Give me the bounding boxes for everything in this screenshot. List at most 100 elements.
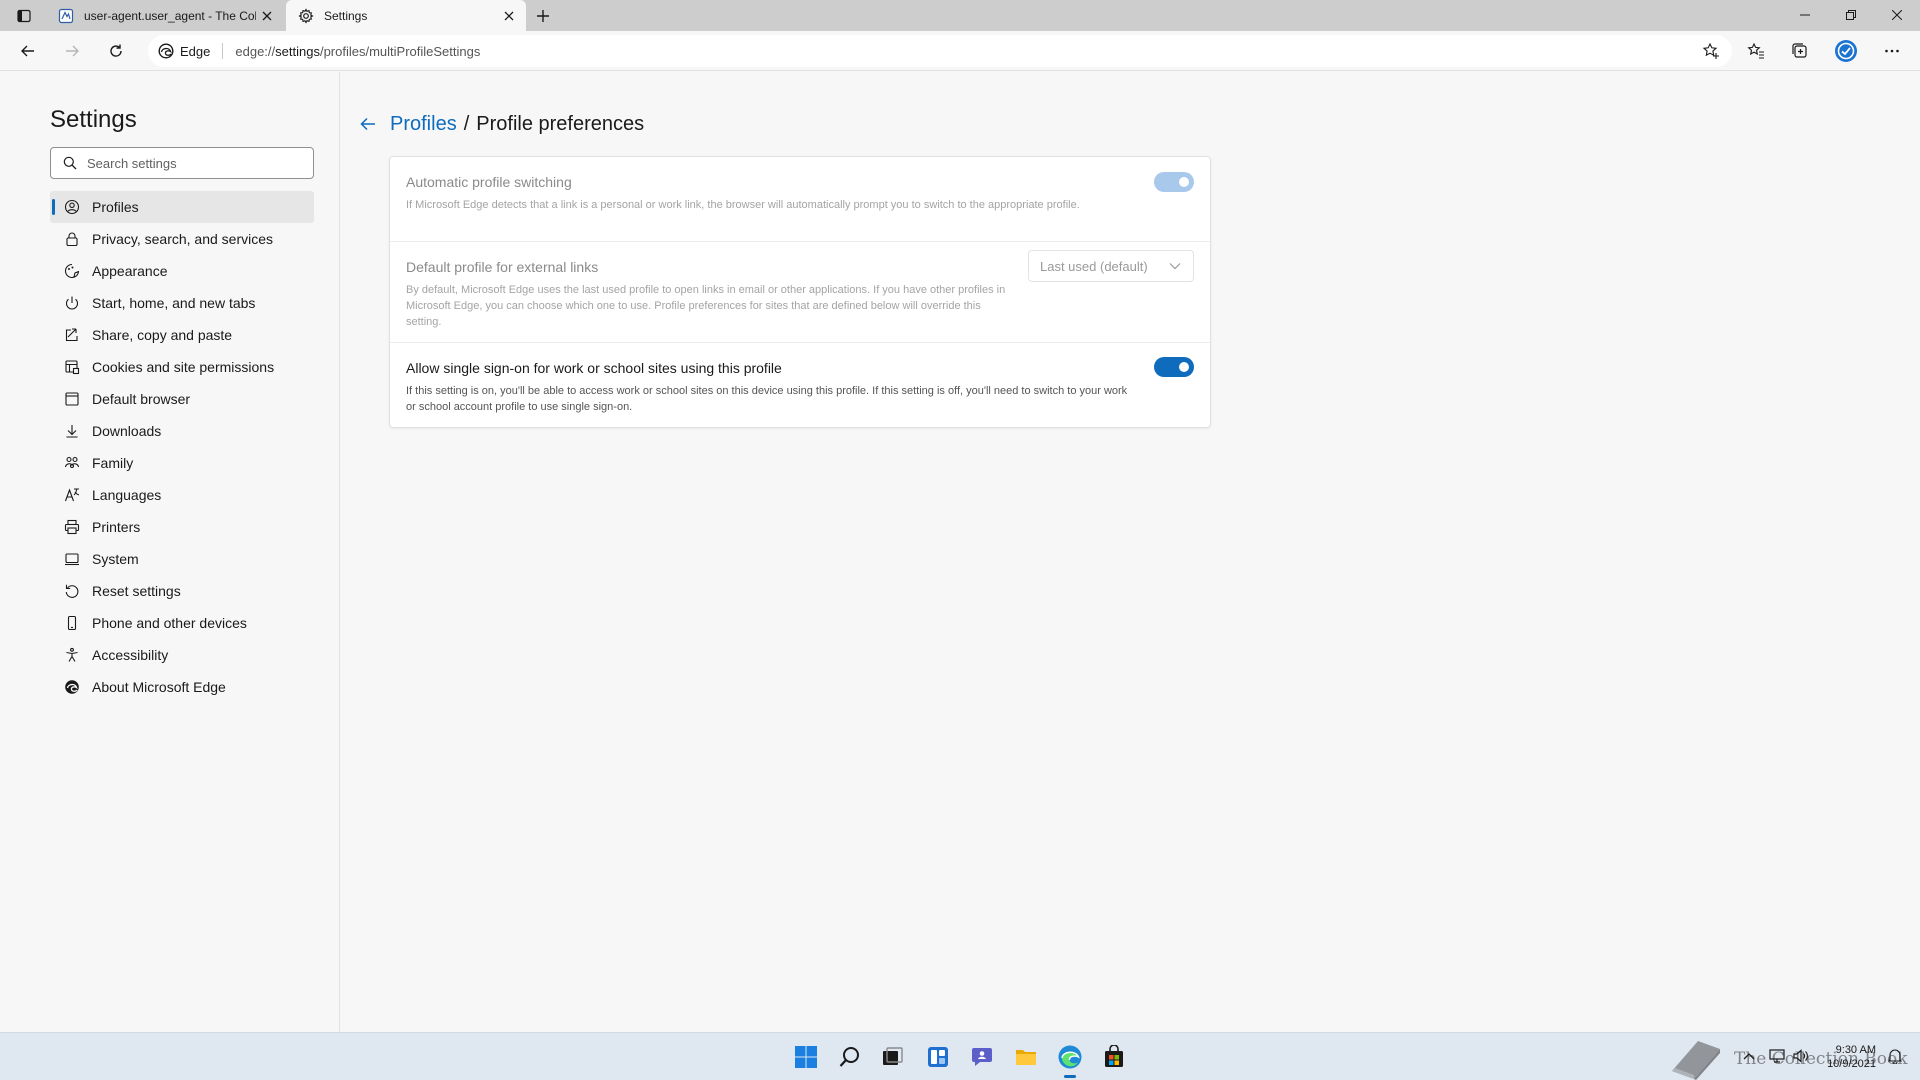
sidebar-item-system[interactable]: System (50, 543, 314, 575)
more-icon (1885, 49, 1899, 53)
system-icon (64, 551, 80, 567)
favorites-button[interactable] (1740, 36, 1772, 66)
close-window-button[interactable] (1874, 0, 1920, 30)
chevron-up-icon[interactable] (1740, 1047, 1758, 1065)
breadcrumb-profiles-link[interactable]: Profiles (390, 113, 457, 136)
refresh-icon (110, 44, 122, 57)
network-icon[interactable] (1768, 1047, 1786, 1065)
setting-description: If Microsoft Edge detects that a link is… (406, 199, 1080, 211)
breadcrumb: Profiles / Profile preferences (358, 111, 644, 137)
book-icon (1672, 1041, 1720, 1080)
setting-title: Allow single sign-on for work or school … (406, 360, 782, 376)
sidebar-item-default-browser[interactable]: Default browser (50, 383, 314, 415)
url-path: /profiles/multiProfileSettings (319, 43, 481, 59)
automatic-profile-switching-toggle[interactable] (1154, 172, 1194, 192)
lock-icon (64, 231, 80, 247)
forward-button[interactable] (56, 36, 88, 66)
tab-actions-icon (17, 9, 31, 23)
sidebar-item-share[interactable]: Share, copy and paste (50, 319, 314, 351)
edge-taskbar-icon[interactable] (1054, 1041, 1086, 1078)
accessibility-icon (64, 647, 80, 663)
sidebar-item-label: Default browser (92, 391, 191, 407)
tab-settings[interactable]: Settings (286, 0, 526, 31)
chat-icon[interactable] (966, 1041, 998, 1073)
sidebar-item-phone[interactable]: Phone and other devices (50, 607, 314, 639)
setting-description: By default, Microsoft Edge uses the last… (406, 284, 1006, 328)
close-tab-icon[interactable] (256, 5, 278, 27)
sidebar-item-label: Reset settings (92, 583, 181, 599)
back-to-profiles-button[interactable] (358, 114, 378, 134)
add-favorite-button[interactable] (1702, 42, 1720, 60)
breadcrumb-separator: / (463, 112, 470, 135)
languages-icon (64, 487, 80, 503)
volume-icon[interactable] (1792, 1047, 1810, 1065)
site-info[interactable]: Edge (148, 43, 210, 59)
sidebar-item-reset[interactable]: Reset settings (50, 575, 314, 607)
sidebar-item-printers[interactable]: Printers (50, 511, 314, 543)
profile-icon (64, 199, 80, 215)
widgets-icon[interactable] (922, 1041, 954, 1073)
search-box[interactable] (50, 147, 314, 179)
sidebar-item-label: Languages (92, 487, 162, 503)
back-button[interactable] (12, 36, 44, 66)
printer-icon (64, 519, 80, 535)
start-icon[interactable] (790, 1041, 822, 1073)
close-tab-icon[interactable] (498, 5, 520, 27)
single-sign-on-toggle[interactable] (1154, 357, 1194, 377)
notification-icon[interactable] (1886, 1047, 1904, 1065)
store-icon[interactable] (1098, 1041, 1130, 1073)
sidebar-item-label: Accessibility (92, 647, 169, 663)
address-bar[interactable]: Edge edge://settings/profiles/multiProfi… (148, 35, 1732, 67)
sidebar-item-languages[interactable]: Languages (50, 479, 314, 511)
tab-strip: user-agent.user_agent - The Coll Setting… (0, 0, 1920, 31)
collections-button[interactable] (1784, 36, 1816, 66)
task-view-icon[interactable] (876, 1041, 908, 1073)
refresh-button[interactable] (100, 36, 132, 66)
more-menu-button[interactable] (1876, 36, 1908, 66)
sidebar-item-about[interactable]: About Microsoft Edge (50, 671, 314, 703)
edge-icon (158, 43, 174, 59)
url-text[interactable]: edge://settings/profiles/multiProfileSet… (235, 44, 480, 59)
watermark-text: The Collection Book (1734, 1049, 1908, 1069)
new-tab-button[interactable] (530, 4, 556, 28)
restore-button[interactable] (1828, 0, 1874, 30)
windows-taskbar: The Collection Book 9:30 AM 10/9/2021 (0, 1032, 1920, 1080)
search-input[interactable] (87, 155, 287, 171)
sidebar-item-downloads[interactable]: Downloads (50, 415, 314, 447)
url-host: settings (275, 43, 320, 59)
tab-title: Settings (324, 8, 368, 23)
power-icon (64, 295, 80, 311)
sidebar-item-cookies[interactable]: Cookies and site permissions (50, 351, 314, 383)
phone-icon (64, 615, 80, 631)
sidebar-item-label: Printers (92, 519, 141, 535)
minimize-icon (1800, 14, 1810, 16)
sidebar-item-appearance[interactable]: Appearance (50, 255, 314, 287)
file-explorer-icon[interactable] (1010, 1041, 1042, 1073)
plus-icon (537, 10, 549, 22)
sidebar-item-start-home[interactable]: Start, home, and new tabs (50, 287, 314, 319)
sidebar-item-accessibility[interactable]: Accessibility (50, 639, 314, 671)
default-profile-dropdown[interactable]: Last used (default) (1028, 250, 1194, 282)
minimize-button[interactable] (1782, 0, 1828, 30)
search-icon[interactable] (834, 1041, 866, 1073)
close-icon (1892, 10, 1902, 20)
profile-button[interactable] (1830, 36, 1862, 66)
family-icon (64, 455, 80, 471)
sidebar-item-label: Phone and other devices (92, 615, 247, 631)
download-icon (64, 423, 80, 439)
sidebar-item-label: Share, copy and paste (92, 327, 233, 343)
profile-preferences-card: Automatic profile switching If Microsoft… (389, 156, 1211, 428)
site-label: Edge (180, 43, 211, 59)
sidebar-item-privacy[interactable]: Privacy, search, and services (50, 223, 314, 255)
sidebar-item-profiles[interactable]: Profiles (50, 191, 314, 223)
tab-user-agent[interactable]: user-agent.user_agent - The Coll (46, 0, 284, 31)
sidebar-item-label: Family (92, 455, 134, 471)
setting-row-single-sign-on: Allow single sign-on for work or school … (390, 343, 1210, 429)
tab-title: user-agent.user_agent - The Coll (84, 8, 256, 23)
system-clock[interactable]: 9:30 AM 10/9/2021 (1827, 1043, 1876, 1071)
tab-actions-button[interactable] (10, 5, 38, 27)
sidebar-item-family[interactable]: Family (50, 447, 314, 479)
back-arrow-icon (360, 117, 375, 131)
cookies-icon (64, 359, 80, 375)
star-add-icon (1702, 42, 1719, 59)
